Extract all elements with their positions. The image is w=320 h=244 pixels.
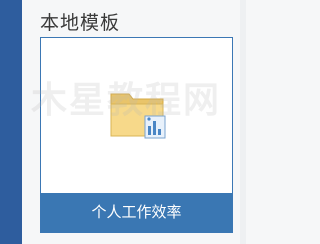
template-card-personal-productivity[interactable]: 木星教程网 个人工作效率	[31, 37, 233, 233]
left-sidebar-strip	[0, 0, 22, 244]
right-edge	[240, 0, 246, 244]
folder-chart-icon	[110, 93, 166, 139]
template-card-label[interactable]: 个人工作效率	[41, 193, 232, 232]
template-thumbnail: 木星教程网	[31, 38, 232, 193]
section-title: 本地模板	[40, 12, 121, 34]
